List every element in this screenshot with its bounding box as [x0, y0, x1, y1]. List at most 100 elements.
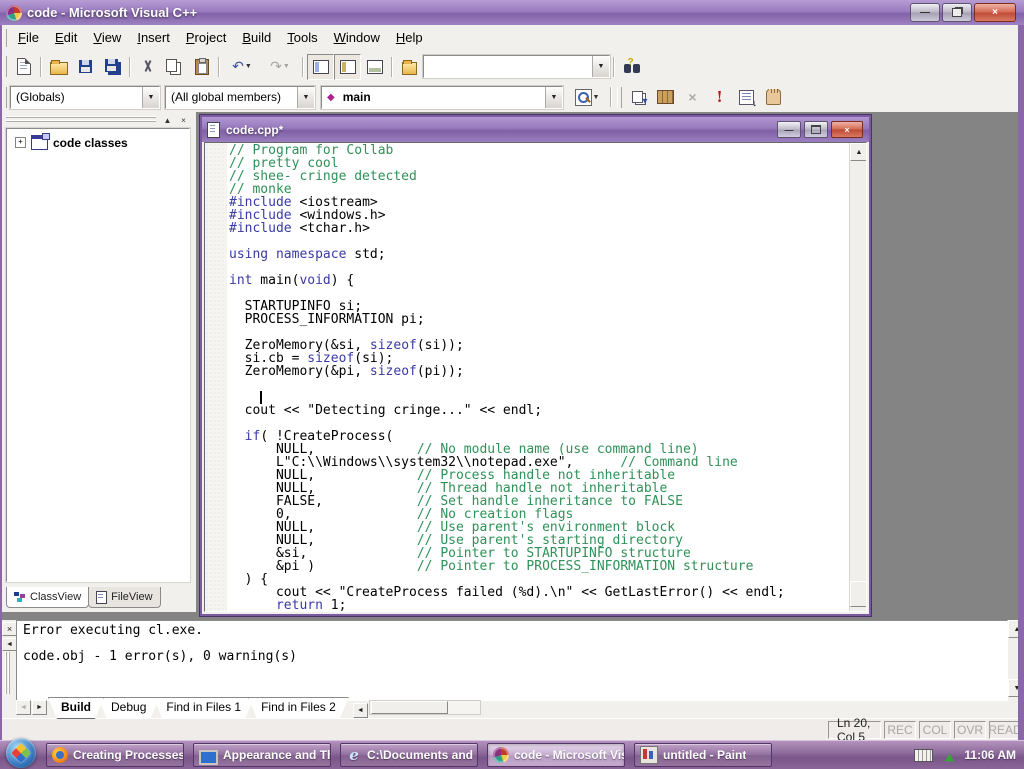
start-button[interactable] [6, 738, 36, 768]
tabs-scroll-left-button[interactable]: ◄ [16, 700, 31, 715]
menu-view[interactable]: View [85, 25, 129, 51]
new-file-button[interactable] [10, 54, 37, 80]
menu-project[interactable]: Project [178, 25, 234, 51]
menu-window[interactable]: Window [326, 25, 388, 51]
scrollbar-thumb[interactable] [850, 581, 866, 607]
members-combo-dropdown[interactable]: ▼ [297, 86, 314, 108]
redo-dropdown-icon: ▼ [282, 63, 290, 70]
selection-margin[interactable] [205, 143, 227, 611]
globals-combo-dropdown[interactable]: ▼ [142, 86, 159, 108]
tab-classview[interactable]: ClassView [6, 587, 90, 608]
function-combo[interactable]: ◆ main ▼ [320, 84, 564, 110]
window-title: code - Microsoft Visual C++ [27, 5, 198, 20]
restore-button[interactable] [942, 3, 972, 22]
stop-build-button[interactable]: × [679, 84, 706, 110]
save-all-button[interactable] [99, 54, 126, 80]
status-toggle-read: READ [988, 721, 1022, 739]
tabs-scroll-right-button[interactable]: ► [32, 700, 47, 715]
open-button[interactable] [45, 54, 72, 80]
build-button[interactable] [652, 84, 679, 110]
minimize-button[interactable]: — [910, 3, 940, 22]
hscroll-thumb[interactable] [370, 701, 448, 714]
output-log[interactable]: Error executing cl.exe. code.obj - 1 erro… [16, 620, 1008, 701]
output-close-button[interactable]: × [2, 622, 17, 636]
taskbar-item-label: Creating Processes -... [73, 748, 183, 762]
workspace-dock-button[interactable]: ▲ [159, 113, 176, 128]
output-tab-build[interactable]: Build [48, 697, 104, 719]
hscroll-left-button[interactable]: ◄ [352, 703, 368, 718]
save-button[interactable] [72, 54, 99, 80]
taskbar-item-firefox[interactable]: Creating Processes -... [46, 743, 184, 767]
code-line: #include <tchar.h> [229, 221, 370, 236]
cut-button[interactable] [134, 54, 161, 80]
find-combo[interactable]: ▼ [422, 54, 611, 79]
volume-tray-icon[interactable] [944, 748, 955, 762]
function-combo-dropdown[interactable]: ▼ [545, 86, 562, 108]
breakpoint-button[interactable] [760, 84, 787, 110]
menu-file[interactable]: File [10, 25, 47, 51]
output-gripper[interactable] [5, 652, 11, 694]
paste-button[interactable] [188, 54, 215, 80]
tree-expander-icon[interactable]: + [15, 137, 26, 148]
workspace-window-icon [312, 59, 329, 74]
toggle-windows-button[interactable] [361, 54, 388, 80]
redo-button[interactable]: ↷ ▼ [261, 54, 299, 80]
code-text[interactable]: // Program for Collab// pretty cool// sh… [229, 144, 848, 611]
menu-insert[interactable]: Insert [129, 25, 178, 51]
toggle-workspace-button[interactable] [307, 53, 334, 80]
wizardbar-gripper[interactable] [2, 86, 7, 108]
code-editor[interactable]: // Program for Collab// pretty cool// sh… [204, 142, 867, 612]
scroll-up-button[interactable]: ▲ [850, 143, 866, 161]
copy-icon [166, 58, 177, 72]
output-tab-debug[interactable]: Debug [98, 697, 159, 719]
toolbar-gripper[interactable] [2, 55, 7, 78]
compile-button[interactable] [625, 84, 652, 110]
toggle-output-button[interactable] [334, 53, 361, 80]
execute-button[interactable]: ! [706, 84, 733, 110]
code-line: &pi ) // Pointer to PROCESS_INFORMATION … [229, 559, 754, 574]
taskbar-item-paint[interactable]: untitled - Paint [634, 743, 772, 767]
output-tab-find-in-files-2[interactable]: Find in Files 2 [248, 697, 349, 719]
buildbar-gripper[interactable] [617, 86, 622, 108]
taskbar-item-display[interactable]: Appearance and Th... [193, 743, 331, 767]
taskbar-item-vcpp[interactable]: code - Microsoft Vis... [487, 743, 625, 767]
search-button[interactable]: ? [618, 54, 645, 80]
wizard-actions-button[interactable]: ▼ [567, 84, 607, 110]
editor-title-bar[interactable]: code.cpp* — × [202, 117, 869, 142]
tab-fileview[interactable]: FileView [88, 587, 161, 608]
output-horizontal-scrollbar[interactable] [368, 700, 481, 715]
close-button[interactable]: × [974, 3, 1016, 22]
undo-button[interactable]: ↶ ▼ [223, 54, 261, 80]
display-icon [199, 749, 218, 766]
find-in-files-button[interactable] [396, 54, 423, 80]
workspace-gripper[interactable] [6, 116, 156, 124]
menu-help[interactable]: Help [388, 25, 431, 51]
editor-vertical-scrollbar[interactable]: ▲ [849, 143, 866, 611]
copy-button[interactable] [161, 54, 188, 80]
editor-close-button[interactable]: × [831, 121, 863, 138]
editor-maximize-button[interactable] [804, 121, 828, 138]
menu-build[interactable]: Build [234, 25, 279, 51]
ie-icon: e [349, 746, 359, 764]
taskbar-item-ie[interactable]: e C:\Documents and ... [340, 743, 478, 767]
wizard-actions-icon [574, 88, 592, 106]
class-tree[interactable]: + code classes [5, 127, 191, 583]
output-tab-find-in-files-1[interactable]: Find in Files 1 [153, 697, 254, 719]
title-bar[interactable]: code - Microsoft Visual C++ — × [0, 0, 1024, 25]
menu-tools[interactable]: Tools [279, 25, 325, 51]
keyboard-tray-icon[interactable] [914, 748, 934, 762]
app-icon [6, 4, 22, 21]
menu-edit[interactable]: Edit [47, 25, 85, 51]
tree-root-item[interactable]: + code classes [15, 133, 189, 150]
vcpp-icon [493, 747, 509, 763]
editor-minimize-button[interactable]: — [777, 121, 801, 138]
output-collapse-button[interactable]: ◄ [2, 638, 17, 651]
go-button[interactable] [733, 84, 760, 110]
menu-gripper[interactable] [2, 28, 7, 48]
find-combo-dropdown[interactable]: ▼ [592, 56, 609, 77]
members-combo[interactable]: (All global members) ▼ [164, 84, 316, 110]
wizard-toolbar: (Globals) ▼ (All global members) ▼ ◆ mai… [0, 82, 1018, 113]
workspace-close-button[interactable]: × [175, 113, 192, 128]
wizard-actions-dropdown-icon: ▼ [592, 93, 600, 101]
globals-combo[interactable]: (Globals) ▼ [9, 84, 161, 110]
